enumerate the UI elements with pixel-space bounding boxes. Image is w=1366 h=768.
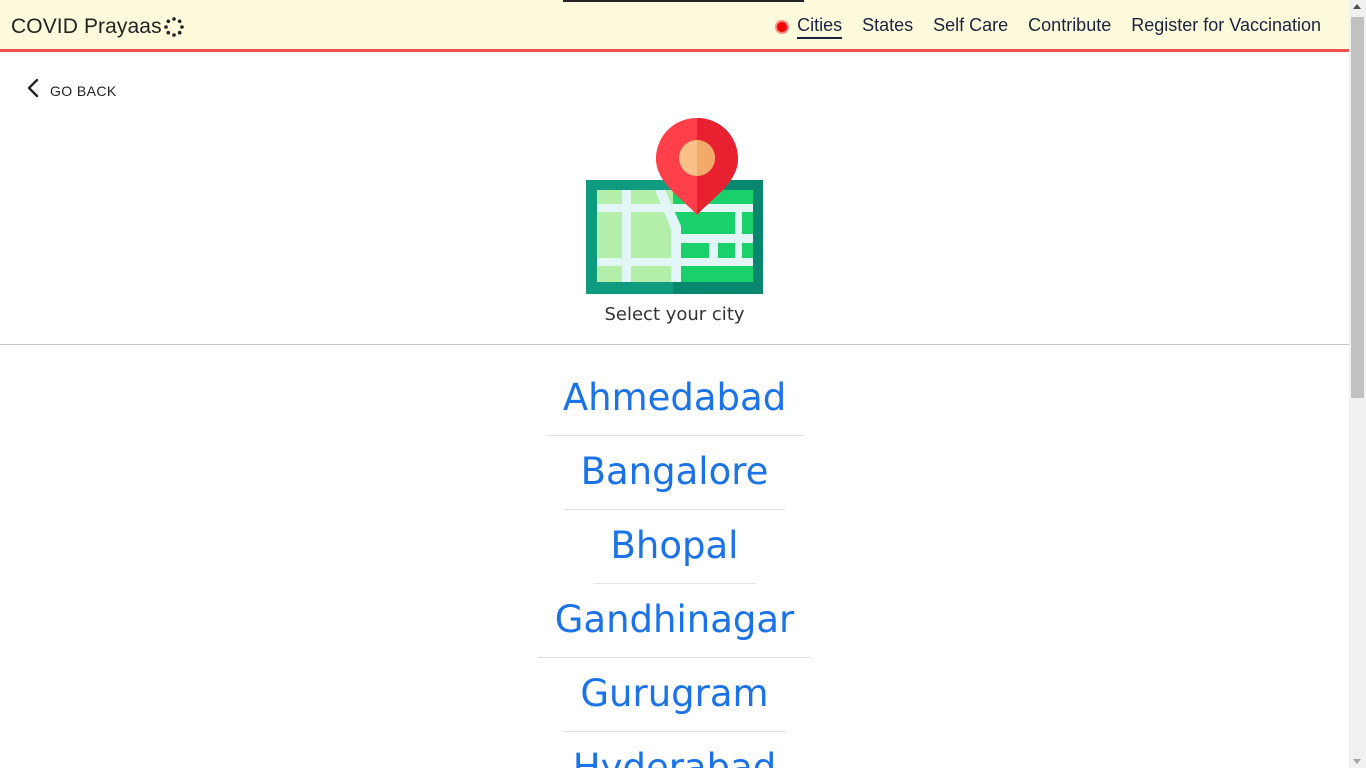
nav-item-register-vaccination[interactable]: Register for Vaccination (1131, 14, 1321, 39)
live-indicator-icon (775, 19, 790, 34)
city-link-gurugram[interactable]: Gurugram (563, 658, 786, 732)
page: COVID Prayaas Cities States Self Care Co… (0, 0, 1349, 768)
city-link-gandhinagar[interactable]: Gandhinagar (537, 584, 812, 658)
main-nav: Cities States Self Care Contribute Regis… (775, 14, 1321, 39)
nav-item-self-care[interactable]: Self Care (933, 14, 1008, 39)
city-link-bhopal[interactable]: Bhopal (593, 510, 756, 584)
go-back-button[interactable]: GO BACK (26, 78, 117, 103)
nav-item-states[interactable]: States (862, 14, 913, 39)
brand-name: COVID Prayaas (11, 15, 162, 38)
top-accent-line (563, 0, 804, 2)
nav-item-contribute[interactable]: Contribute (1028, 14, 1111, 39)
select-city-caption: Select your city (604, 304, 745, 325)
vertical-scrollbar[interactable] (1349, 0, 1366, 768)
brand-logo[interactable]: COVID Prayaas (11, 13, 185, 41)
scroll-up-arrow-icon[interactable] (1353, 4, 1361, 9)
city-link-hyderabad[interactable]: Hyderabad (556, 732, 794, 768)
section-divider (0, 344, 1349, 345)
city-list: Ahmedabad Bangalore Bhopal Gandhinagar G… (0, 362, 1349, 768)
city-link-bangalore[interactable]: Bangalore (563, 436, 786, 510)
city-link-ahmedabad[interactable]: Ahmedabad (545, 362, 804, 436)
chevron-left-icon (26, 78, 40, 103)
nav-item-cities[interactable]: Cities (797, 14, 843, 39)
top-navbar: COVID Prayaas Cities States Self Care Co… (0, 0, 1349, 52)
spinner-dots-icon (163, 16, 185, 38)
go-back-label: GO BACK (50, 82, 117, 99)
scrollbar-thumb[interactable] (1351, 17, 1364, 398)
map-pin-illustration (585, 116, 765, 296)
scroll-down-arrow-icon[interactable] (1353, 759, 1361, 764)
